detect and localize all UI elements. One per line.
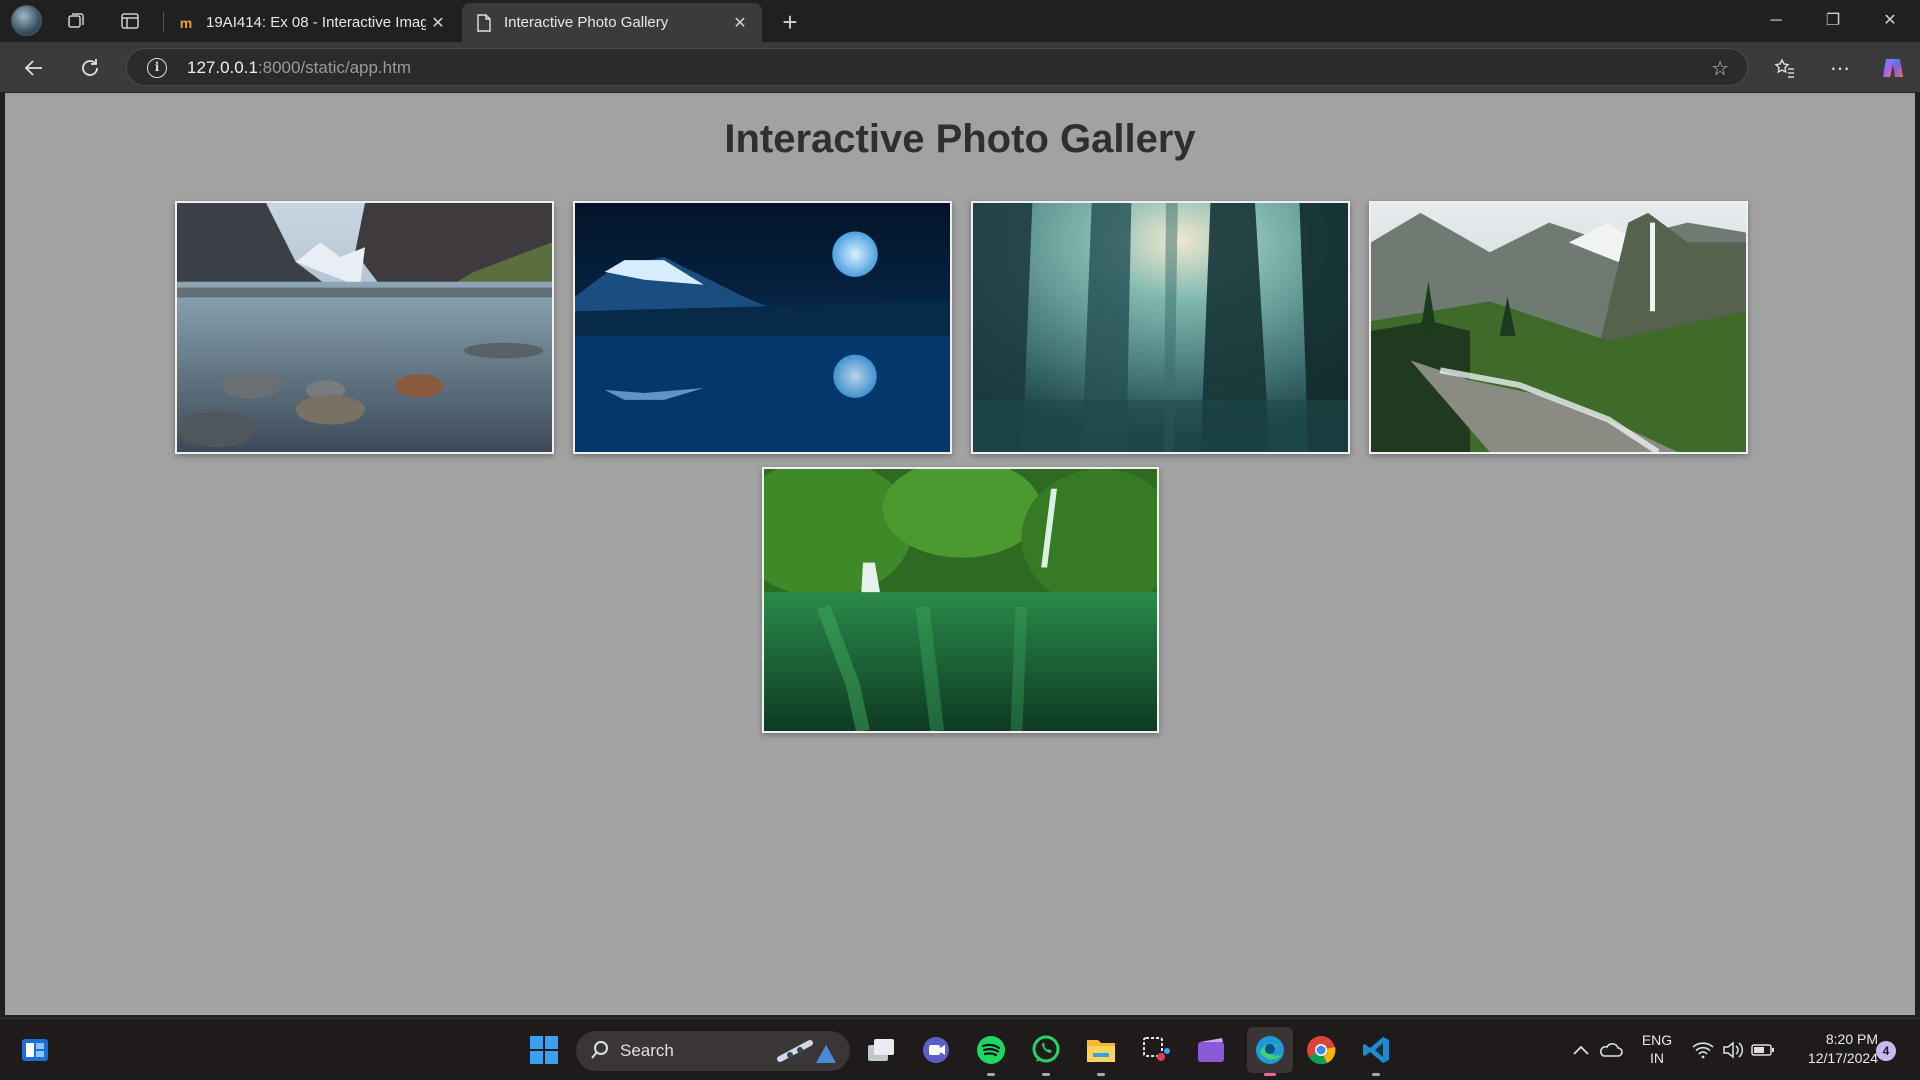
url-text[interactable]: 127.0.0.1:8000/static/app.htm bbox=[187, 58, 411, 78]
tray-chevron-up-icon[interactable] bbox=[1566, 1031, 1596, 1069]
tab-strip: m 19AI414: Ex 08 - Interactive Image ✕ I… bbox=[0, 0, 1920, 42]
running-indicator bbox=[987, 1073, 995, 1076]
misty-forest-photo[interactable] bbox=[971, 201, 1350, 454]
browser-toolbar: i 127.0.0.1:8000/static/app.htm ☆ ⋯ bbox=[0, 42, 1920, 92]
page-content: Interactive Photo Gallery bbox=[5, 93, 1915, 1015]
clock[interactable]: 8:20 PM 12/17/2024 bbox=[1788, 1031, 1878, 1066]
tab-photo-gallery[interactable]: Interactive Photo Gallery ✕ bbox=[462, 3, 762, 42]
task-view-icon[interactable] bbox=[862, 1031, 900, 1069]
file-explorer-icon[interactable] bbox=[1082, 1031, 1120, 1076]
site-info-icon[interactable]: i bbox=[147, 58, 167, 78]
windows-start-icon[interactable] bbox=[525, 1031, 563, 1069]
moon-lake-photo[interactable] bbox=[573, 201, 952, 454]
moodle-favicon-icon: m bbox=[179, 14, 193, 31]
clipchamp-icon[interactable] bbox=[1192, 1031, 1230, 1069]
back-icon[interactable] bbox=[19, 53, 49, 83]
snipping-tool-icon[interactable] bbox=[1137, 1031, 1175, 1069]
page-title: Interactive Photo Gallery bbox=[724, 117, 1196, 161]
vscode-icon[interactable] bbox=[1357, 1031, 1395, 1076]
restore-icon[interactable]: ❐ bbox=[1810, 8, 1856, 34]
refresh-icon[interactable] bbox=[75, 53, 105, 83]
tab-title: Interactive Photo Gallery bbox=[504, 14, 669, 31]
profile-avatar[interactable] bbox=[11, 5, 42, 36]
taskbar: Search ENG IN 8:20 PM 12/17/2024 4 bbox=[0, 1018, 1920, 1080]
wifi-icon[interactable] bbox=[1688, 1031, 1718, 1069]
workspaces-icon[interactable] bbox=[64, 9, 88, 33]
edge-icon[interactable] bbox=[1247, 1027, 1293, 1076]
river-valley-photo[interactable] bbox=[175, 201, 554, 454]
close-window-icon[interactable]: ✕ bbox=[1867, 8, 1913, 34]
vertical-tabs-icon[interactable] bbox=[118, 9, 142, 33]
tab-ex08[interactable]: m 19AI414: Ex 08 - Interactive Image ✕ bbox=[164, 3, 460, 42]
battery-icon[interactable] bbox=[1748, 1031, 1778, 1069]
mountain-waterfall-photo[interactable] bbox=[1369, 201, 1748, 454]
close-icon[interactable]: ✕ bbox=[426, 13, 450, 33]
address-bar[interactable]: i 127.0.0.1:8000/static/app.htm ☆ bbox=[126, 48, 1748, 86]
spotify-icon[interactable] bbox=[972, 1031, 1010, 1076]
search-icon bbox=[590, 1040, 610, 1065]
close-icon[interactable]: ✕ bbox=[728, 13, 752, 33]
document-icon bbox=[474, 13, 494, 33]
favorite-star-icon[interactable]: ☆ bbox=[1711, 56, 1729, 81]
browser-window: m 19AI414: Ex 08 - Interactive Image ✕ I… bbox=[0, 0, 1920, 1018]
search-label: Search bbox=[620, 1041, 674, 1060]
taskbar-search[interactable]: Search bbox=[576, 1031, 850, 1071]
notification-badge[interactable]: 4 bbox=[1876, 1041, 1896, 1061]
search-highlight-icon bbox=[776, 1037, 840, 1070]
new-tab-icon[interactable]: + bbox=[776, 7, 804, 38]
running-indicator bbox=[1372, 1073, 1380, 1076]
copilot-icon[interactable] bbox=[1878, 53, 1908, 83]
minimize-icon[interactable]: ─ bbox=[1753, 8, 1799, 34]
active-indicator bbox=[1264, 1073, 1276, 1076]
language-indicator[interactable]: ENG IN bbox=[1640, 1032, 1674, 1066]
running-indicator bbox=[1042, 1073, 1050, 1076]
teams-chat-icon[interactable] bbox=[917, 1031, 955, 1069]
green-waterfall-photo[interactable] bbox=[762, 467, 1159, 733]
favorites-icon[interactable] bbox=[1770, 53, 1800, 83]
volume-icon[interactable] bbox=[1718, 1031, 1748, 1069]
widgets-icon[interactable] bbox=[16, 1031, 54, 1069]
tab-title: 19AI414: Ex 08 - Interactive Image bbox=[206, 14, 426, 31]
running-indicator bbox=[1097, 1073, 1105, 1076]
whatsapp-icon[interactable] bbox=[1027, 1031, 1065, 1076]
chrome-icon[interactable] bbox=[1302, 1031, 1340, 1069]
onedrive-icon[interactable] bbox=[1596, 1031, 1626, 1069]
more-menu-icon[interactable]: ⋯ bbox=[1825, 53, 1855, 83]
